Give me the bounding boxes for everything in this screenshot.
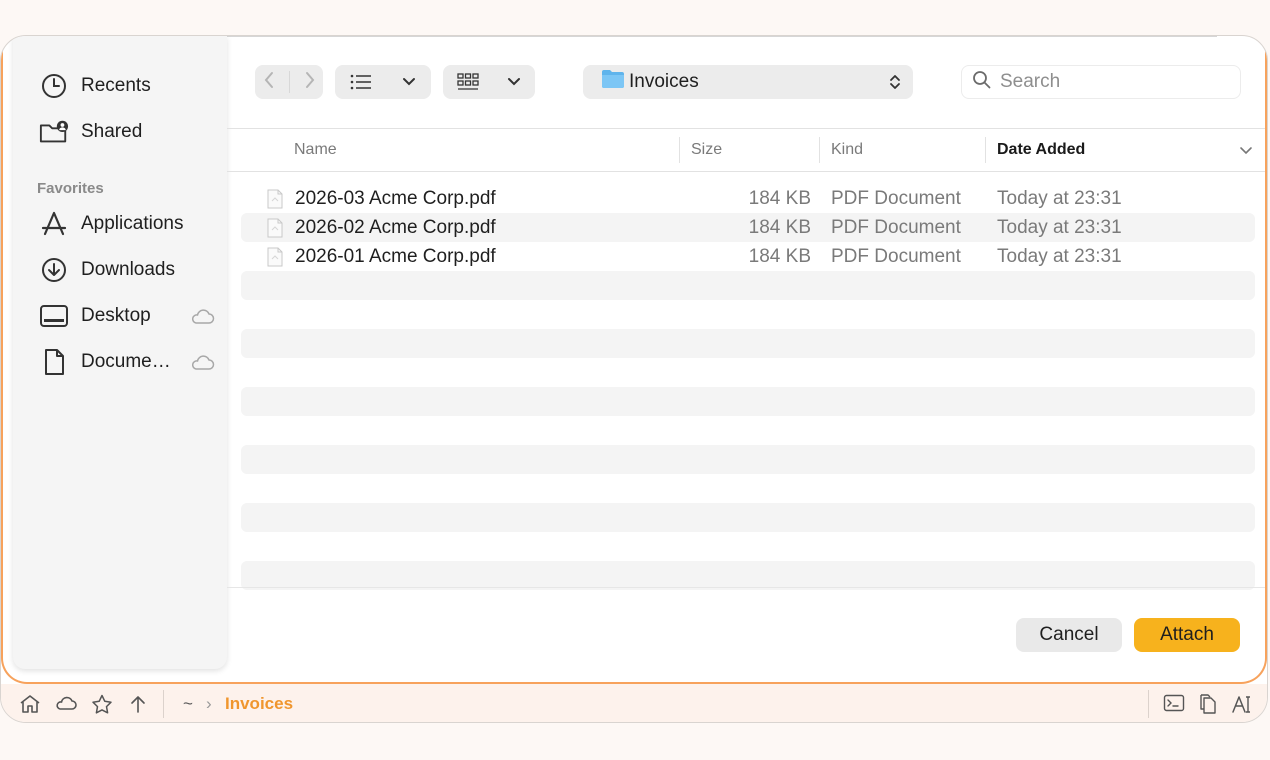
search-input[interactable]: [998, 70, 1222, 94]
cloud-icon: [189, 307, 215, 331]
file-size: 184 KB: [748, 188, 811, 209]
download-icon: [39, 255, 69, 285]
clock-icon: [39, 71, 69, 101]
file-dialog-window: Recents Shared Favorites Applications Do…: [0, 35, 1268, 723]
chevron-right-icon: [305, 71, 314, 88]
updown-chevron-icon: [889, 73, 901, 97]
table-row[interactable]: 2026-03 Acme Corp.pdf 184 KB PDF Documen…: [241, 184, 1255, 213]
column-kind[interactable]: Kind: [831, 129, 863, 171]
file-list: 2026-03 Acme Corp.pdf 184 KB PDF Documen…: [241, 184, 1255, 590]
path-separator: ›: [206, 694, 212, 713]
sidebar-item-label: Desktop: [81, 305, 151, 326]
empty-row: [241, 300, 1255, 329]
empty-row: [241, 445, 1255, 474]
file-kind: PDF Document: [831, 188, 961, 209]
empty-row: [241, 503, 1255, 532]
sidebar-item-recents[interactable]: Recents: [39, 70, 219, 102]
terminal-icon[interactable]: [1163, 694, 1185, 717]
arrow-up-icon[interactable]: [129, 694, 147, 719]
star-icon[interactable]: [91, 694, 113, 719]
nav-buttons: [255, 65, 323, 99]
grid-group-icon: [457, 73, 479, 90]
sidebar-item-shared[interactable]: Shared: [39, 116, 219, 148]
column-name[interactable]: Name: [294, 129, 337, 171]
file-name: 2026-03 Acme Corp.pdf: [295, 188, 496, 209]
list-view-icon: [350, 74, 371, 90]
file-date-added: Today at 23:31: [997, 246, 1122, 267]
search-field[interactable]: [961, 65, 1241, 99]
favorites-header: Favorites: [37, 180, 104, 197]
file-kind: PDF Document: [831, 217, 961, 238]
text-size-icon[interactable]: [1231, 694, 1253, 719]
view-mode-button[interactable]: [335, 65, 431, 99]
back-button[interactable]: [262, 70, 276, 95]
table-row[interactable]: 2026-02 Acme Corp.pdf 184 KB PDF Documen…: [241, 213, 1255, 242]
sidebar-item-desktop[interactable]: Desktop: [39, 300, 219, 332]
home-icon[interactable]: [19, 694, 41, 719]
column-header: Name Size Kind Date Added: [227, 128, 1267, 172]
file-date-added: Today at 23:31: [997, 188, 1122, 209]
document-icon: [39, 347, 69, 377]
empty-row: [241, 387, 1255, 416]
chevron-left-icon: [264, 71, 273, 88]
empty-row: [241, 561, 1255, 590]
chevron-down-icon: [508, 78, 520, 86]
divider: [1148, 690, 1149, 718]
sidebar-item-downloads[interactable]: Downloads: [39, 254, 219, 286]
sidebar-item-label: Downloads: [81, 259, 175, 280]
empty-row: [241, 532, 1255, 561]
sidebar-item-label: Recents: [81, 75, 151, 96]
divider: [163, 690, 164, 718]
pdf-file-icon: [267, 189, 283, 214]
empty-row: [241, 329, 1255, 358]
path-bar: ~ › Invoices: [1, 684, 1267, 722]
sidebar-item-documents[interactable]: Docume…: [39, 346, 219, 378]
sort-chevron-down-icon[interactable]: [1239, 143, 1253, 161]
cloud-icon[interactable]: [54, 694, 78, 717]
column-date-added[interactable]: Date Added: [997, 129, 1085, 171]
cloud-icon: [189, 353, 215, 377]
file-size: 184 KB: [748, 246, 811, 267]
shared-folder-icon: [39, 117, 69, 147]
toolbar: Invoices: [227, 36, 1267, 128]
pdf-file-icon: [267, 218, 283, 243]
file-kind: PDF Document: [831, 246, 961, 267]
sidebar-item-label: Shared: [81, 121, 143, 142]
divider: [288, 71, 290, 93]
path-current-folder[interactable]: Invoices: [225, 694, 293, 714]
empty-row: [241, 271, 1255, 300]
sidebar-item-label: Applications: [81, 213, 184, 234]
column-divider: [679, 137, 680, 163]
location-popup[interactable]: Invoices: [583, 65, 913, 99]
folder-icon: [601, 69, 625, 95]
footer-divider: [227, 587, 1267, 588]
sidebar-item-applications[interactable]: Applications: [39, 208, 219, 240]
table-row[interactable]: 2026-01 Acme Corp.pdf 184 KB PDF Documen…: [241, 242, 1255, 271]
file-date-added: Today at 23:31: [997, 217, 1122, 238]
sidebar-item-label: Docume…: [81, 351, 171, 372]
sidebar: Recents Shared Favorites Applications Do…: [13, 36, 227, 669]
search-icon: [972, 70, 992, 95]
column-divider: [985, 137, 986, 163]
file-size: 184 KB: [748, 217, 811, 238]
empty-row: [241, 416, 1255, 445]
attach-button[interactable]: Attach: [1134, 618, 1240, 652]
group-by-button[interactable]: [443, 65, 535, 99]
path-home[interactable]: ~: [183, 694, 193, 714]
chevron-down-icon: [403, 78, 415, 86]
column-divider: [819, 137, 820, 163]
copy-path-icon[interactable]: [1198, 694, 1218, 719]
desktop-icon: [39, 301, 69, 331]
applications-icon: [39, 209, 69, 239]
location-label: Invoices: [629, 71, 699, 92]
column-size[interactable]: Size: [691, 129, 722, 171]
cancel-button[interactable]: Cancel: [1016, 618, 1122, 652]
pdf-file-icon: [267, 247, 283, 272]
empty-row: [241, 358, 1255, 387]
empty-row: [241, 474, 1255, 503]
file-name: 2026-01 Acme Corp.pdf: [295, 246, 496, 267]
forward-button[interactable]: [303, 70, 317, 95]
file-name: 2026-02 Acme Corp.pdf: [295, 217, 496, 238]
